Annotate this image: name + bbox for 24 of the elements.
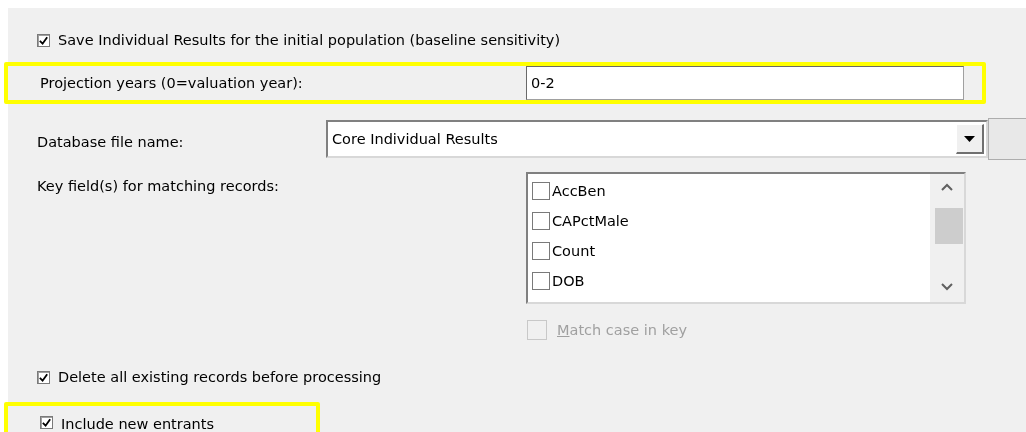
field-label: Database file name: [37, 134, 184, 150]
scroll-up-icon[interactable] [940, 182, 954, 192]
list-item[interactable]: DOB [552, 273, 585, 289]
list-item[interactable]: AccBen [552, 183, 606, 199]
list-item[interactable]: Count [552, 243, 596, 259]
list-item[interactable]: CAPctMale [552, 213, 629, 229]
checkbox[interactable] [37, 370, 50, 384]
checkbox[interactable] [40, 416, 53, 429]
checkbox-label: Delete all existing records before processing [58, 369, 382, 385]
field-label: Key field(s) for matching records: [37, 178, 279, 194]
checkbox[interactable] [532, 212, 550, 230]
checkbox[interactable] [532, 182, 550, 200]
checkbox-label: Match case in key [557, 322, 687, 338]
dropdown[interactable]: Core Individual Results [326, 120, 988, 158]
checkbox-label: Include new entrants [61, 416, 215, 432]
scroll-down-icon[interactable] [940, 282, 954, 292]
input-field[interactable]: 0-2 [526, 66, 964, 100]
checkbox[interactable] [532, 242, 550, 260]
checkbox-label: Save Individual Results for the initial population (baseline sensitivity) [58, 32, 561, 48]
checkbox[interactable] [37, 33, 50, 47]
checkbox[interactable] [532, 272, 550, 290]
scroll-thumb[interactable] [935, 208, 963, 244]
field-label: Projection years (0=valuation year): [40, 75, 303, 91]
scrollbar[interactable] [930, 174, 964, 302]
